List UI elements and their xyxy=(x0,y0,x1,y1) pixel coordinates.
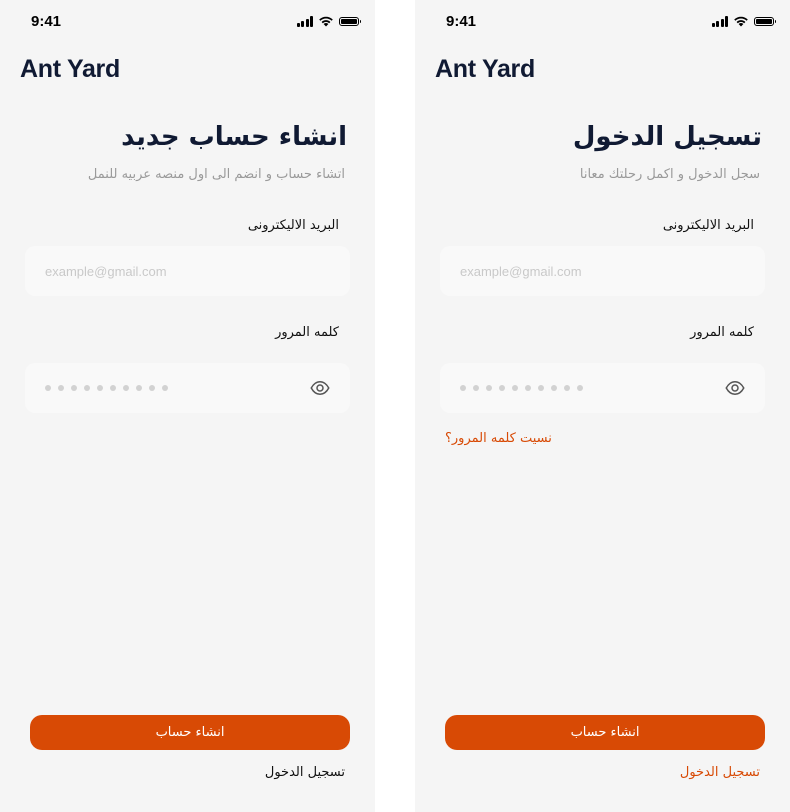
wifi-icon xyxy=(319,16,333,27)
create-account-button[interactable]: انشاء حساب xyxy=(30,715,350,750)
status-time: 9:41 xyxy=(446,13,477,30)
login-screen: 9:41 Ant Yard تسجيل الدخول سجل الدخول و … xyxy=(415,0,790,812)
login-link[interactable]: تسجيل الدخول xyxy=(265,765,345,780)
password-label: كلمه المرور xyxy=(690,325,754,340)
page-title: تسجيل الدخول xyxy=(572,122,762,152)
signup-screen: 9:41 Ant Yard انشاء حساب جديد اتشاء حساب… xyxy=(0,0,375,812)
password-mask xyxy=(45,385,168,391)
eye-icon[interactable] xyxy=(725,378,745,398)
create-account-button[interactable]: انشاء حساب xyxy=(445,715,765,750)
status-bar: 9:41 xyxy=(415,0,790,44)
password-label: كلمه المرور xyxy=(275,325,339,340)
status-time: 9:41 xyxy=(31,13,62,30)
signal-icon xyxy=(711,15,728,27)
password-field[interactable] xyxy=(440,363,765,413)
wifi-icon xyxy=(734,16,748,27)
page-subtitle: سجل الدخول و اكمل رحلتك معانا xyxy=(579,167,760,182)
status-bar: 9:41 xyxy=(0,0,375,44)
email-field[interactable] xyxy=(440,246,765,296)
email-field-container xyxy=(25,246,350,296)
email-field[interactable] xyxy=(25,246,350,296)
password-mask xyxy=(460,385,583,391)
email-label: البريد الاليكترونى xyxy=(662,218,754,233)
forgot-password-link[interactable]: نسيت كلمه المرور؟ xyxy=(445,431,552,446)
page-subtitle: اتشاء حساب و انضم الى اول منصه عربيه للن… xyxy=(87,167,345,182)
status-icons xyxy=(711,15,776,27)
password-field[interactable] xyxy=(25,363,350,413)
login-link[interactable]: تسجيل الدخول xyxy=(680,765,760,780)
email-label: البريد الاليكترونى xyxy=(247,218,339,233)
app-logo-text: Ant Yard xyxy=(20,55,120,83)
status-icons xyxy=(296,15,361,27)
signal-icon xyxy=(296,15,313,27)
app-logo-text: Ant Yard xyxy=(435,55,535,83)
page-title: انشاء حساب جديد xyxy=(121,122,347,152)
battery-icon xyxy=(339,16,361,26)
battery-icon xyxy=(754,16,776,26)
eye-icon[interactable] xyxy=(310,378,330,398)
email-field-container xyxy=(440,246,765,296)
